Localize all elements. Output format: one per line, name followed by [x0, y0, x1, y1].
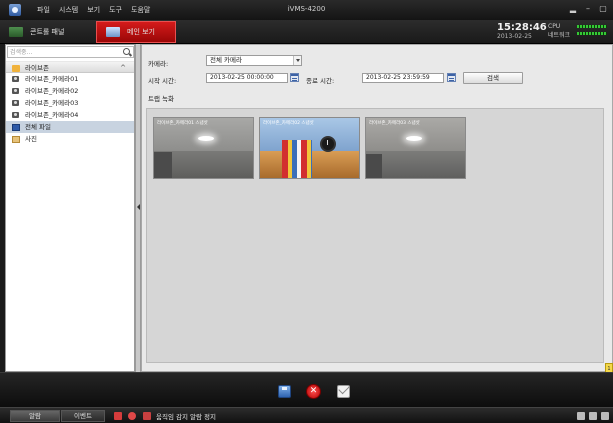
- thumbnail-label: 라이브존_카메라02 스냅샷: [263, 121, 314, 126]
- end-time-field[interactable]: 2013-02-25 23:59:59: [362, 73, 444, 83]
- title-bar: 파일 시스템 보기 도구 도움말 iVMS-4200 ▂ – ▢: [0, 0, 613, 20]
- light-glare: [198, 136, 214, 141]
- end-time-value: 2013-02-25 23:59:59: [366, 74, 430, 81]
- system-meters: [577, 25, 607, 39]
- cpu-meter: [577, 25, 607, 28]
- tab-control-panel-label: 콘트롤 패널: [30, 28, 65, 36]
- tree-item-camera03[interactable]: 라이브존_카메라03: [6, 97, 134, 109]
- siren-icon[interactable]: [128, 412, 136, 420]
- tab-event[interactable]: 이벤트: [61, 410, 105, 422]
- end-time-label: 종료 시간:: [306, 77, 335, 85]
- tab-control-panel[interactable]: 콘트롤 패널: [0, 21, 85, 43]
- minimize-icon[interactable]: –: [583, 4, 593, 14]
- alert-icon[interactable]: [143, 412, 151, 420]
- control-panel-icon: [9, 27, 23, 37]
- tree-group-label: 라이브존: [25, 64, 49, 72]
- search-icon[interactable]: [123, 48, 130, 55]
- clock: 15:28:46 2013-02-25 CPU 네트워크: [497, 22, 573, 42]
- tree-item-label: 전체 파일: [25, 123, 51, 131]
- tree-item-camera02[interactable]: 라이브존_카메라02: [6, 85, 134, 97]
- lock-icon[interactable]: ▂: [568, 4, 578, 14]
- window-icon[interactable]: [589, 412, 597, 420]
- tree-item-all-files[interactable]: 전체 파일: [6, 121, 134, 133]
- clock-icon: [320, 136, 336, 152]
- camera-icon: [12, 88, 19, 94]
- tree-item-camera01[interactable]: 라이브존_카메라01: [6, 73, 134, 85]
- camera-select[interactable]: 전체 카메라: [206, 55, 302, 66]
- tab-alarm[interactable]: 알람: [10, 410, 60, 422]
- start-time-label: 시작 시간:: [148, 77, 177, 85]
- calendar-icon[interactable]: [290, 73, 299, 82]
- action-toolbar: ✕: [0, 372, 613, 407]
- results-area: 라이브존_카메라01 스냅샷 라이브존_카메라02 스냅샷 라이브존_카메라03…: [146, 108, 604, 363]
- expand-icon[interactable]: [601, 412, 609, 420]
- module-tab-bar: 콘트롤 패널 메인 보기 15:28:46 2013-02-25 CPU 네트워…: [0, 20, 613, 44]
- search-button[interactable]: 검색: [463, 72, 523, 84]
- alarm-icon[interactable]: [114, 412, 122, 420]
- pin-icon[interactable]: [577, 412, 585, 420]
- camera-icon: [12, 112, 19, 118]
- clock-date: 2013-02-25: [497, 33, 532, 40]
- snapshot-thumbnail-1[interactable]: 라이브존_카메라01 스냅샷: [153, 117, 254, 179]
- tree-item-label: 사진: [25, 135, 37, 143]
- tree-item-label: 라이브존_카메라01: [25, 75, 79, 83]
- window-controls: ▂ – ▢: [568, 4, 608, 14]
- search-box: [7, 46, 134, 58]
- picture-icon: [12, 136, 20, 143]
- camera-icon: [12, 76, 19, 82]
- file-icon: [12, 124, 20, 131]
- results-title: 트랩 녹화: [148, 95, 174, 103]
- snapshot-thumbnail-3[interactable]: 라이브존_카메라03 스냅샷: [365, 117, 466, 179]
- system-meter-labels: CPU 네트워크: [548, 22, 573, 40]
- thumbnail-image: [282, 140, 312, 178]
- cpu-label: CPU: [548, 23, 561, 30]
- status-bar: 알람 이벤트 움직임 감지 알람 정지: [0, 407, 613, 423]
- thumbnail-label: 라이브존_카메라03 스냅샷: [369, 121, 420, 126]
- thumbnail-image: [154, 152, 172, 178]
- tree-item-label: 라이브존_카메라03: [25, 99, 79, 107]
- camera-label: 카메라:: [148, 60, 169, 68]
- network-meter: [577, 32, 607, 35]
- tree-item-pictures[interactable]: 사진: [6, 133, 134, 145]
- status-message: 움직임 감지 알람 정지: [156, 413, 217, 421]
- save-icon[interactable]: [278, 385, 291, 398]
- tree-group-livezone[interactable]: 라이브존 ^: [6, 61, 134, 73]
- thumbnail-image: [366, 154, 382, 178]
- resource-tree: 라이브존 ^ 라이브존_카메라01 라이브존_카메라02 라이브존_카메라03 …: [6, 61, 134, 145]
- tree-item-label: 라이브존_카메라04: [25, 111, 79, 119]
- start-time-field[interactable]: 2013-02-25 00:00:00: [206, 73, 288, 83]
- thumbnail-label: 라이브존_카메라01 스냅샷: [157, 121, 208, 126]
- collapse-left-icon[interactable]: [137, 204, 140, 210]
- network-label: 네트워크: [548, 32, 571, 39]
- clock-time: 15:28:46: [497, 22, 547, 33]
- window-title: iVMS-4200: [287, 5, 326, 13]
- camera-select-value: 전체 카메라: [210, 56, 242, 64]
- light-glare: [406, 136, 422, 141]
- folder-icon: [12, 65, 20, 72]
- monitor-icon: [106, 27, 120, 37]
- tree-item-label: 라이브존_카메라02: [25, 87, 79, 95]
- resource-sidebar: 라이브존 ^ 라이브존_카메라01 라이브존_카메라02 라이브존_카메라03 …: [5, 44, 135, 372]
- maximize-icon[interactable]: ▢: [598, 4, 608, 14]
- mail-icon[interactable]: [337, 385, 350, 398]
- tree-item-camera04[interactable]: 라이브존_카메라04: [6, 109, 134, 121]
- delete-icon[interactable]: ✕: [306, 384, 321, 399]
- chevron-down-icon[interactable]: [293, 56, 301, 65]
- camera-icon: [12, 100, 19, 106]
- search-input[interactable]: [10, 47, 120, 57]
- main-panel: 카메라: 전체 카메라 시작 시간: 2013-02-25 00:00:00 종…: [141, 44, 613, 375]
- snapshot-thumbnail-2[interactable]: 라이브존_카메라02 스냅샷: [259, 117, 360, 179]
- tab-main-view[interactable]: 메인 보기: [96, 21, 176, 43]
- start-time-value: 2013-02-25 00:00:00: [210, 74, 274, 81]
- calendar-icon[interactable]: [447, 73, 456, 82]
- tab-main-view-label: 메인 보기: [127, 28, 155, 36]
